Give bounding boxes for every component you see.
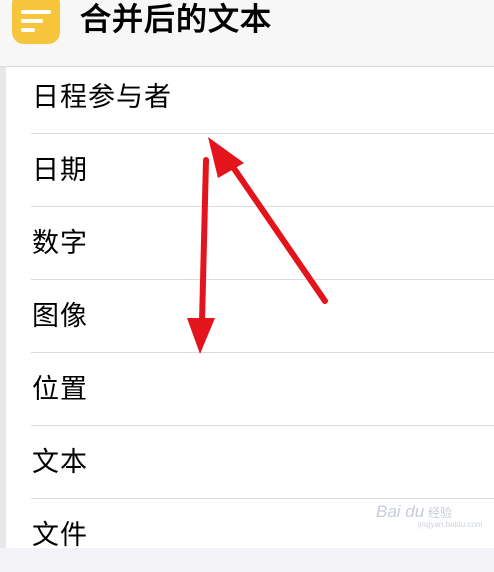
menu-lines-icon[interactable] <box>12 0 60 44</box>
list-item-date[interactable]: 日期 <box>6 134 494 207</box>
watermark-url: jingyan.baidu.com <box>418 520 483 529</box>
baidu-watermark: Bai du 经验 jingyan.baidu.com <box>376 496 486 536</box>
list-item-label: 文件 <box>32 520 88 551</box>
list-item-label: 日期 <box>32 155 88 186</box>
list-item-location[interactable]: 位置 <box>6 353 494 426</box>
list-item-schedule-attendees[interactable]: 日程参与者 <box>6 61 494 134</box>
watermark-brand: Bai du <box>376 502 425 521</box>
list-item-label: 图像 <box>32 301 88 332</box>
list-item-number[interactable]: 数字 <box>6 207 494 280</box>
list-item-label: 位置 <box>32 374 88 405</box>
header-bar: 合并后的文本 <box>0 0 494 67</box>
page-title: 合并后的文本 <box>80 2 272 38</box>
list-item-label: 文本 <box>32 447 88 478</box>
list-item-text[interactable]: 文本 <box>6 426 494 499</box>
watermark-sub: 经验 <box>428 506 453 520</box>
type-list: 日程参与者 日期 数字 图像 位置 文本 文件 <box>6 67 494 551</box>
list-item-label: 数字 <box>32 228 88 259</box>
list-item-image[interactable]: 图像 <box>6 280 494 353</box>
list-item-label: 日程参与者 <box>32 82 172 113</box>
